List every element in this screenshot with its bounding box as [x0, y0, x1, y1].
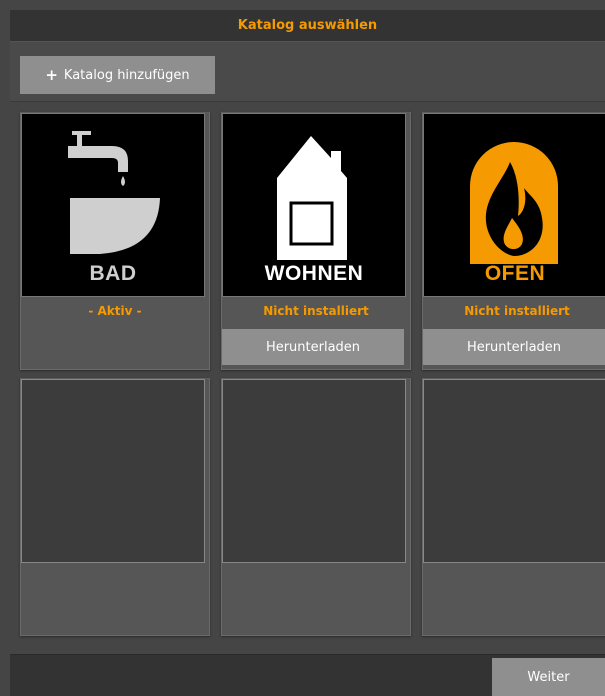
dialog-title: Katalog auswählen: [10, 10, 605, 42]
catalog-caption: BAD: [89, 262, 137, 285]
catalog-status: - Aktiv -: [88, 304, 142, 318]
catalog-card-wohnen[interactable]: WOHNEN Nicht installiert Herunterladen: [221, 112, 411, 370]
catalog-image-placeholder: [222, 379, 406, 563]
download-button[interactable]: Herunterladen: [222, 329, 404, 365]
catalog-caption: OFEN: [484, 262, 546, 285]
catalog-caption: WOHNEN: [264, 262, 364, 285]
catalog-image-ofen: OFEN: [423, 113, 605, 297]
add-catalog-label: Katalog hinzufügen: [63, 67, 190, 83]
footer-bar: Weiter: [10, 654, 605, 696]
add-catalog-button[interactable]: + Katalog hinzufügen: [20, 56, 215, 94]
download-button[interactable]: Herunterladen: [423, 329, 605, 365]
catalog-status: Nicht installiert: [464, 304, 570, 318]
catalog-grid: BAD - Aktiv - WOHNEN Nicht installiert H…: [10, 102, 605, 653]
catalog-image-bad: BAD: [21, 113, 205, 297]
catalog-card-empty: [221, 378, 411, 636]
catalog-status: Nicht installiert: [263, 304, 369, 318]
catalog-image-placeholder: [21, 379, 205, 563]
toolbar: + Katalog hinzufügen: [10, 42, 605, 102]
catalog-image-placeholder: [423, 379, 605, 563]
catalog-card-empty: [20, 378, 210, 636]
catalog-image-wohnen: WOHNEN: [222, 113, 406, 297]
catalog-card-ofen[interactable]: OFEN Nicht installiert Herunterladen: [422, 112, 605, 370]
catalog-card-empty: [422, 378, 605, 636]
plus-icon: +: [45, 66, 58, 84]
catalog-card-bad[interactable]: BAD - Aktiv -: [20, 112, 210, 370]
next-button[interactable]: Weiter: [492, 658, 605, 696]
